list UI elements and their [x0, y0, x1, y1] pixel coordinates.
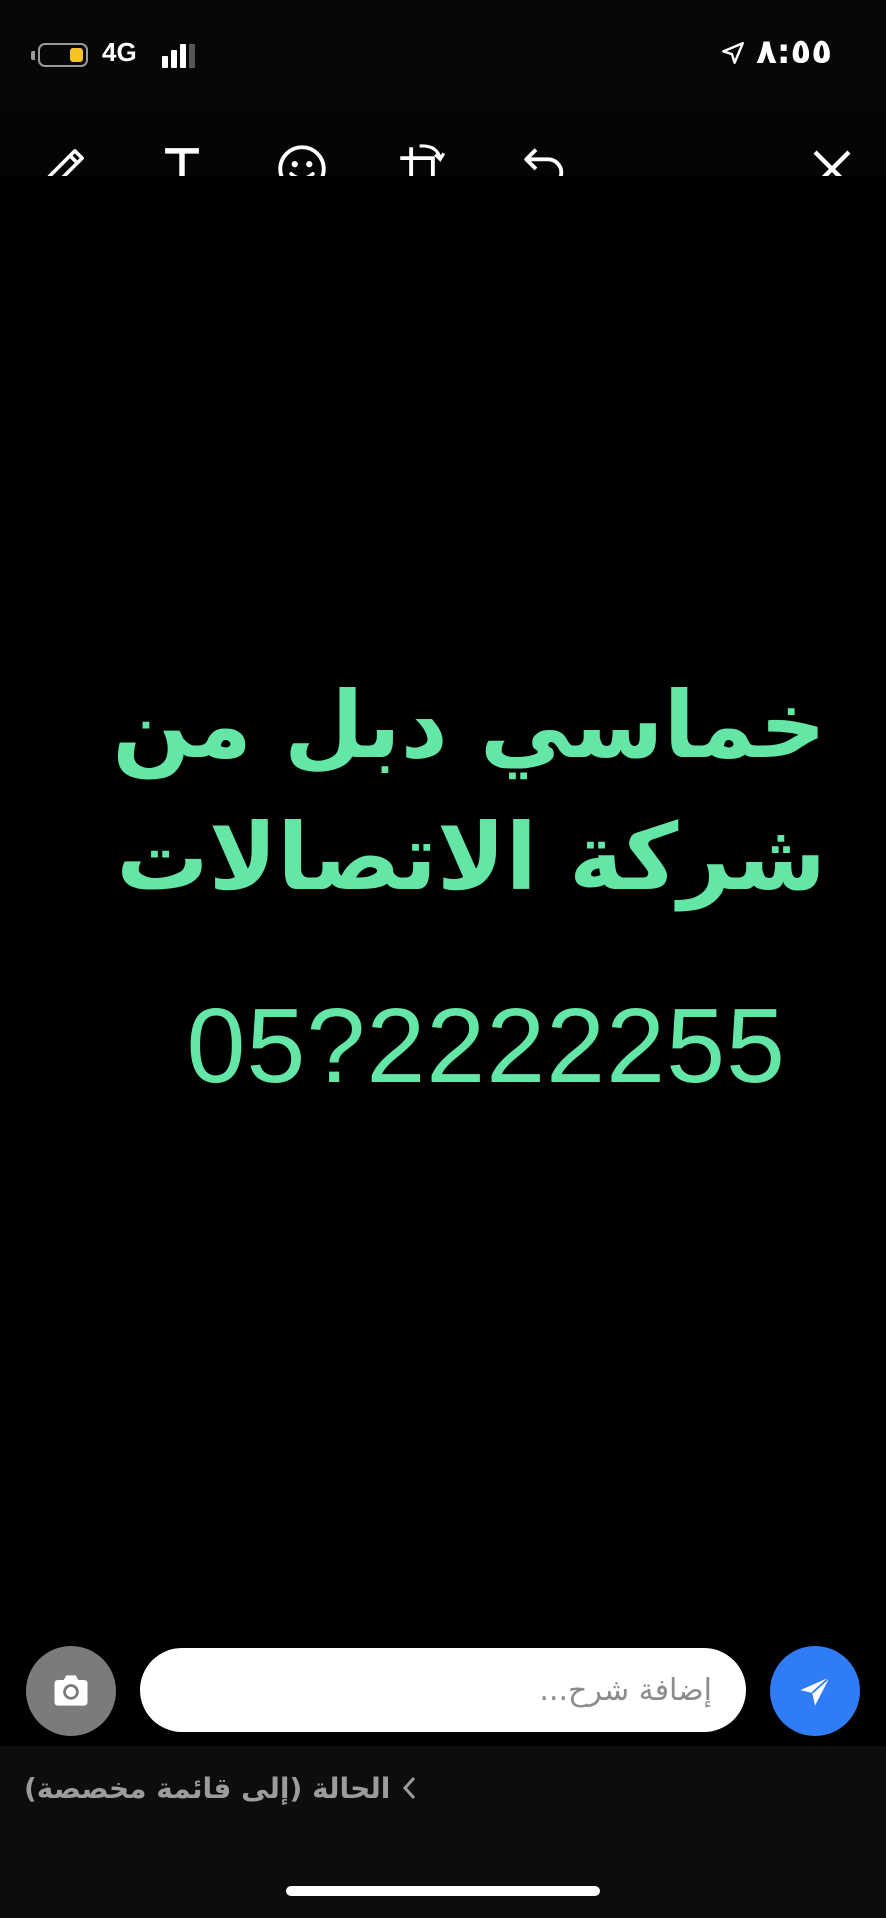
status-bar: 4G ٨:٥٥	[0, 0, 886, 112]
image-headline: خماسي دبل من شركة الاتصالات	[60, 660, 826, 924]
send-button[interactable]	[770, 1646, 860, 1736]
send-icon	[800, 1676, 831, 1706]
camera-button[interactable]	[26, 1646, 116, 1736]
headline-line-2: شركة الاتصالات	[116, 804, 826, 911]
battery-level	[70, 48, 83, 62]
signal-icon	[162, 44, 196, 68]
caption-input[interactable]	[140, 1648, 746, 1732]
battery-icon	[38, 43, 88, 67]
phone-number-text: 05?2222255	[186, 987, 786, 1105]
home-indicator[interactable]	[286, 1886, 600, 1896]
status-audience-selector[interactable]: الحالة (إلى قائمة مخصصة)	[24, 1768, 432, 1808]
battery-tip	[31, 51, 35, 60]
media-canvas	[0, 176, 886, 1736]
location-arrow-icon	[722, 42, 744, 64]
chevron-left-icon	[400, 1774, 418, 1802]
status-audience-label: الحالة (إلى قائمة مخصصة)	[24, 1771, 391, 1805]
status-time: ٨:٥٥	[756, 32, 832, 72]
network-type: 4G	[102, 37, 137, 67]
headline-line-1: خماسي دبل من	[112, 672, 826, 779]
camera-icon	[54, 1675, 88, 1706]
